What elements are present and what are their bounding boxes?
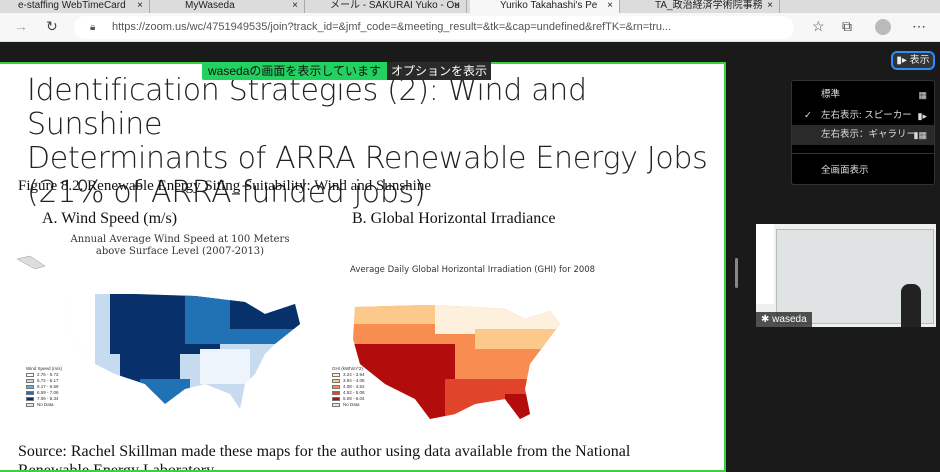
tab-label: TA_政治経済学術院事務 <box>655 0 763 11</box>
speaker-figure <box>901 284 921 327</box>
sharing-status: wasedaの画面を表示しています <box>202 62 388 80</box>
close-icon[interactable]: × <box>137 0 143 12</box>
view-options-button[interactable]: オプションを表示 <box>387 62 492 80</box>
region-fill <box>230 294 300 329</box>
side-by-side-icon: ▮▸ <box>896 55 907 66</box>
tab-bar: e-staffing WebTimeCard × MyWaseda × メール - … <box>0 0 940 13</box>
check-icon: ✓ <box>804 110 812 121</box>
menu-item-side-gallery[interactable]: 左右表示：ギャラリー ▮▦ <box>792 125 934 145</box>
tab-label: Yuriko Takahashi's Pe <box>500 0 598 11</box>
close-icon[interactable]: × <box>767 0 773 12</box>
tab-ta[interactable]: TA_政治経済学術院事務 × <box>625 0 780 13</box>
mic-muted-icon: ✱ <box>761 314 770 325</box>
menu-item-standard[interactable]: 標準 ▦ <box>792 85 934 105</box>
reload-icon[interactable]: ↻ <box>46 18 58 35</box>
map-a-title: Annual Average Wind Speed at 100 Meters <box>70 234 290 245</box>
collections-icon[interactable]: ⧉ <box>842 18 852 35</box>
wind-legend: Wind Speed (m/s) 2.76 - 5.72 5.72 - 6.17… <box>26 366 62 408</box>
view-menu: 標準 ▦ ✓ 左右表示: スピーカー ▮▸ 左右表示：ギャラリー ▮▦ 全画面表示 <box>791 80 935 185</box>
tab-zoom[interactable]: Yuriko Takahashi's Pe × <box>470 0 620 13</box>
address-bar-row: → ↻ 🔒︎ https://zoom.us/wc/4751949535/joi… <box>0 13 940 42</box>
map-b-title: Average Daily Global Horizontal Irradiat… <box>350 265 596 275</box>
ghi-map <box>353 305 560 419</box>
close-icon[interactable]: × <box>292 0 298 12</box>
speaker-icon: ▮▸ <box>917 111 927 121</box>
tab-label: メール - SAKURAI Yuko - Ou <box>330 0 460 11</box>
forward-icon[interactable]: → <box>14 18 28 34</box>
legend-item: No Data <box>26 402 62 408</box>
more-icon[interactable]: ⋯ <box>912 18 926 35</box>
share-banner: wasedaの画面を表示しています オプションを表示 <box>202 62 492 80</box>
lock-icon[interactable]: 🔒︎ <box>90 16 95 39</box>
panel-resize-handle[interactable] <box>735 258 738 288</box>
region-fill <box>140 379 190 409</box>
title-line: Determinants of ARRA Renewable Energy Jo… <box>27 141 708 176</box>
participant-video[interactable]: ✱ waseda <box>756 224 936 327</box>
close-icon[interactable]: × <box>454 0 460 12</box>
shared-slide: Identification Strategies (2): Wind and … <box>0 62 726 472</box>
tab-estaffing[interactable]: e-staffing WebTimeCard × <box>0 0 150 13</box>
tab-label: e-staffing WebTimeCard <box>18 0 126 11</box>
tab-label: MyWaseda <box>185 0 235 11</box>
source-note: Source: Rachel Skillman made these maps … <box>18 443 631 472</box>
alaska-shape <box>16 255 46 270</box>
tab-mail[interactable]: メール - SAKURAI Yuko - Ou × <box>312 0 467 13</box>
region-fill <box>435 305 560 334</box>
tab-mywaseda[interactable]: MyWaseda × <box>155 0 305 13</box>
figure-caption: Figure 8.2. Renewable Energy Siting Suit… <box>18 178 431 194</box>
view-button[interactable]: ▮▸ 表示 <box>891 51 935 70</box>
window-light <box>756 224 774 304</box>
gallery-icon: ▮▦ <box>913 130 927 140</box>
panel-b-heading: B. Global Horizontal Irradiance <box>352 210 556 227</box>
view-button-label: 表示 <box>909 55 930 66</box>
favorites-icon[interactable]: ☆ <box>812 18 825 35</box>
profile-avatar[interactable] <box>875 19 891 35</box>
region-fill <box>200 349 250 384</box>
menu-divider <box>792 153 934 154</box>
legend-item: No Data <box>332 402 365 408</box>
panel-a-heading: A. Wind Speed (m/s) <box>42 210 178 227</box>
url-input[interactable]: 🔒︎ https://zoom.us/wc/4751949535/join?tr… <box>74 16 794 39</box>
grid-icon: ▦ <box>918 90 927 100</box>
close-icon[interactable]: × <box>607 0 613 12</box>
url-text: https://zoom.us/wc/4751949535/join?track… <box>112 21 672 33</box>
region-fill <box>505 394 535 419</box>
title-line: Identification Strategies (2): Wind and … <box>27 73 587 142</box>
menu-item-side-speaker[interactable]: ✓ 左右表示: スピーカー ▮▸ <box>792 106 934 126</box>
region-fill <box>475 329 560 349</box>
ghi-legend: GHI (kWh/m^2) 3.24 - 3.94 3.94 - 4.08 4.… <box>332 366 365 408</box>
menu-item-fullscreen[interactable]: 全画面表示 <box>792 161 934 181</box>
participant-name-tag: ✱ waseda <box>756 312 812 327</box>
